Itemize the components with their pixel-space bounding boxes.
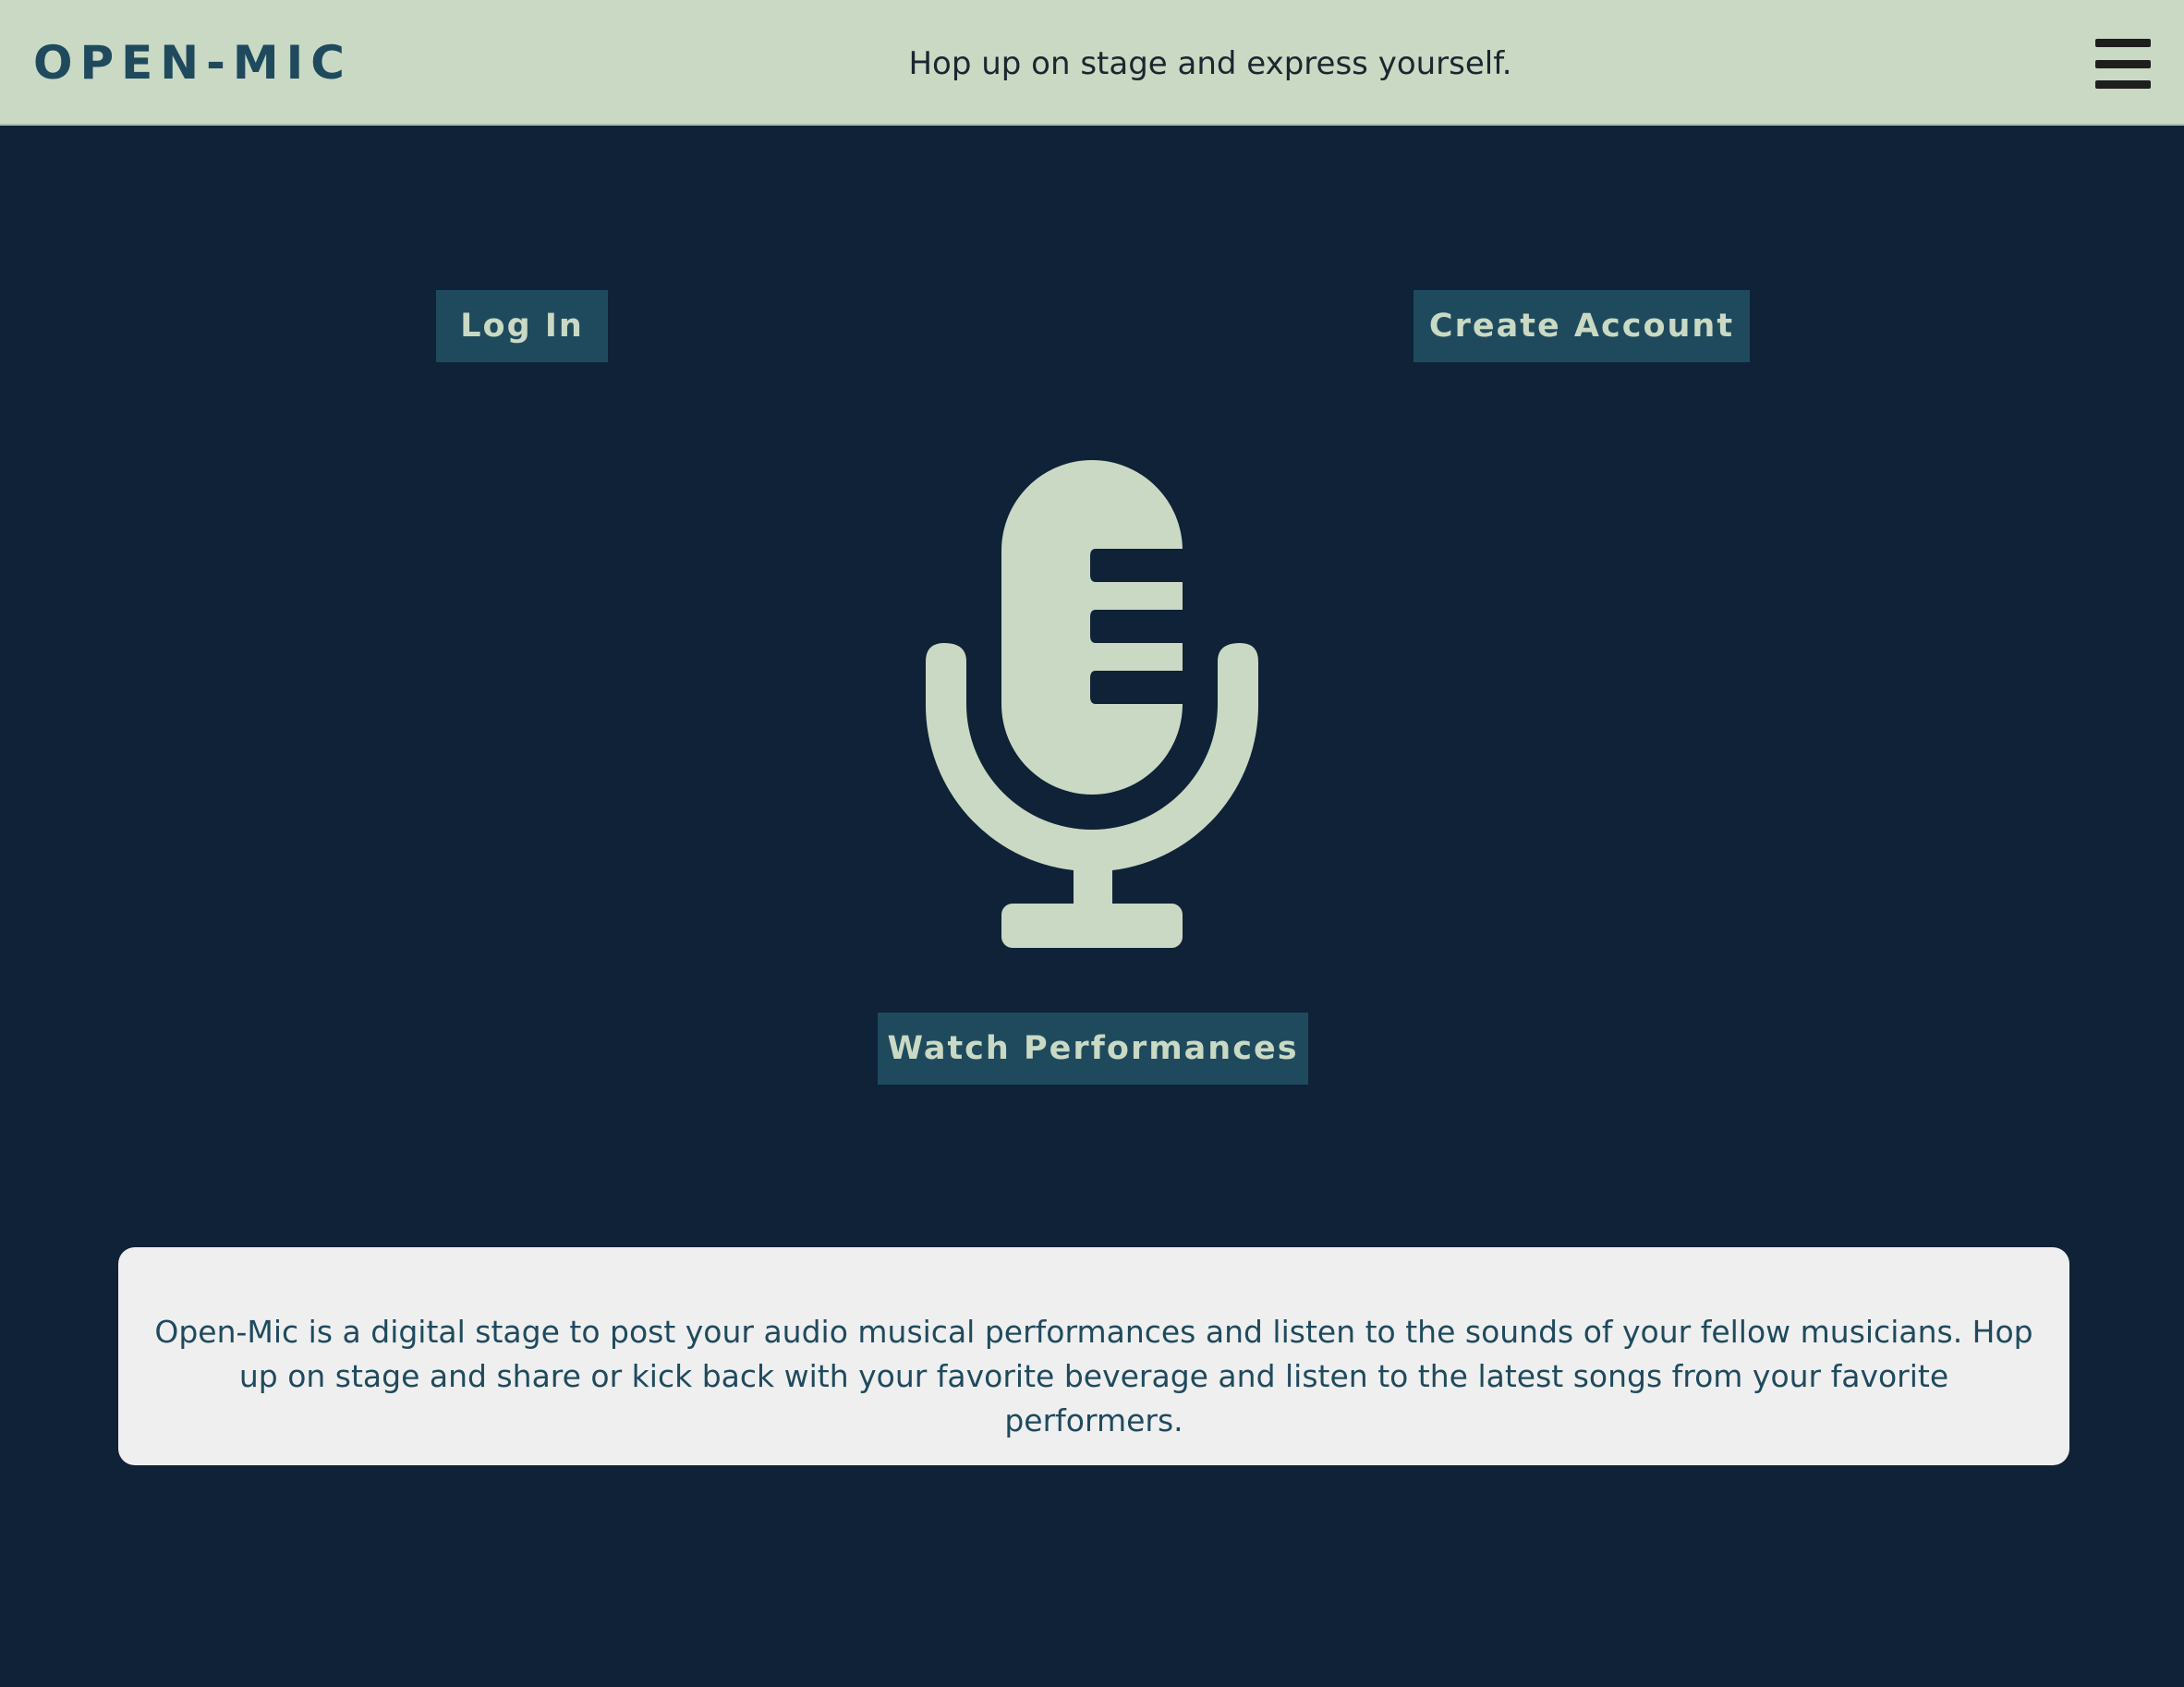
about-card: Open-Mic is a digital stage to post your… bbox=[118, 1247, 2069, 1465]
about-text: Open-Mic is a digital stage to post your… bbox=[154, 1314, 2033, 1438]
top-navbar: OPEN-MIC Hop up on stage and express you… bbox=[0, 0, 2184, 126]
create-account-button[interactable]: Create Account bbox=[1414, 290, 1750, 362]
login-button[interactable]: Log In bbox=[436, 290, 608, 362]
microphone-icon bbox=[922, 458, 1262, 950]
hamburger-menu-icon[interactable] bbox=[2093, 35, 2153, 92]
watch-performances-button[interactable]: Watch Performances bbox=[878, 1013, 1308, 1085]
tagline: Hop up on stage and express yourself. bbox=[908, 45, 1512, 82]
